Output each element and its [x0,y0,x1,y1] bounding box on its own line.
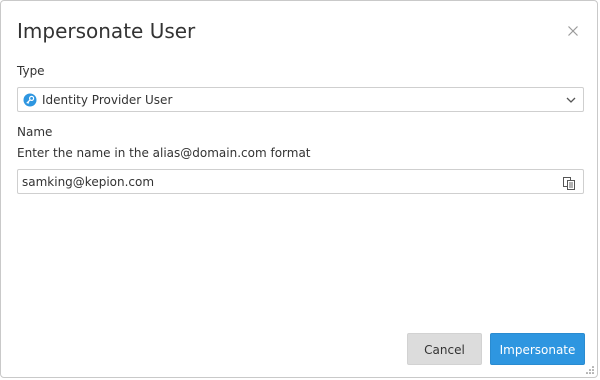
name-input[interactable] [22,174,552,190]
copy-icon [563,177,575,190]
impersonate-button[interactable]: Impersonate [490,333,585,365]
resize-grip-icon[interactable] [586,366,594,374]
name-input-container [17,169,584,194]
copy-button[interactable] [562,175,576,190]
identity-provider-icon [23,93,37,107]
impersonate-user-dialog: Impersonate User Type Identity Provider … [0,0,598,378]
dialog-title: Impersonate User [17,19,196,43]
close-icon [568,26,578,36]
type-select-value: Identity Provider User [42,93,173,107]
name-helper-text: Enter the name in the alias@domain.com f… [17,146,311,160]
type-select[interactable]: Identity Provider User [17,87,584,112]
name-label: Name [17,125,53,139]
close-button[interactable] [565,23,581,39]
type-label: Type [17,64,45,78]
chevron-down-icon [566,97,576,103]
cancel-button[interactable]: Cancel [407,333,482,365]
